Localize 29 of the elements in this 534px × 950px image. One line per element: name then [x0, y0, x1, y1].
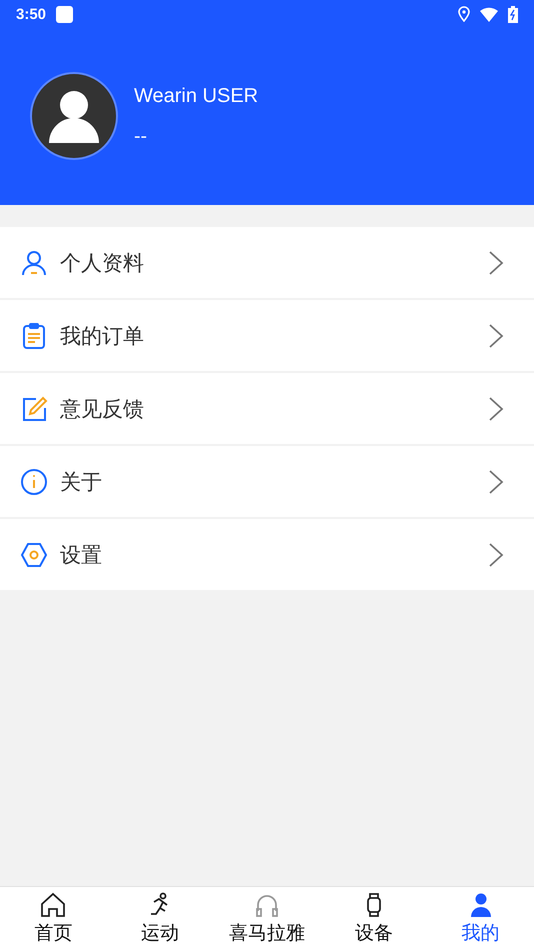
chevron-right-icon [488, 542, 504, 568]
chevron-right-icon [488, 396, 504, 422]
avatar[interactable] [30, 72, 118, 160]
notification-icon [56, 6, 74, 22]
clipboard-icon [20, 322, 48, 350]
status-time: 3:50 [16, 6, 46, 22]
chevron-right-icon [488, 322, 504, 348]
tab-item[interactable]: 运动 [106, 887, 214, 950]
tab-item[interactable]: 喜马拉雅 [214, 887, 320, 950]
menu-item[interactable]: 意见反馈 [0, 373, 534, 444]
user-name: Wearin USER [134, 85, 258, 108]
menu-item[interactable]: 个人资料 [0, 227, 534, 298]
tab-item[interactable]: 设备 [320, 887, 428, 950]
settings-icon [20, 540, 48, 568]
home-icon [39, 891, 68, 919]
location-icon [458, 6, 470, 22]
chevron-right-icon [488, 468, 504, 494]
tab-item[interactable]: 我的 [427, 887, 534, 950]
edit-icon [20, 394, 48, 422]
info-icon [20, 468, 48, 496]
user-subtitle: -- [134, 126, 148, 147]
battery-icon [508, 6, 518, 22]
menu-item[interactable]: 我的订单 [0, 300, 534, 371]
menu-item[interactable]: 关于 [0, 446, 534, 517]
wifi-icon [480, 6, 498, 22]
menu-item[interactable]: 设置 [0, 519, 534, 590]
tab-item[interactable]: 首页 [0, 887, 107, 950]
chevron-right-icon [488, 250, 504, 276]
person-icon [20, 248, 48, 276]
